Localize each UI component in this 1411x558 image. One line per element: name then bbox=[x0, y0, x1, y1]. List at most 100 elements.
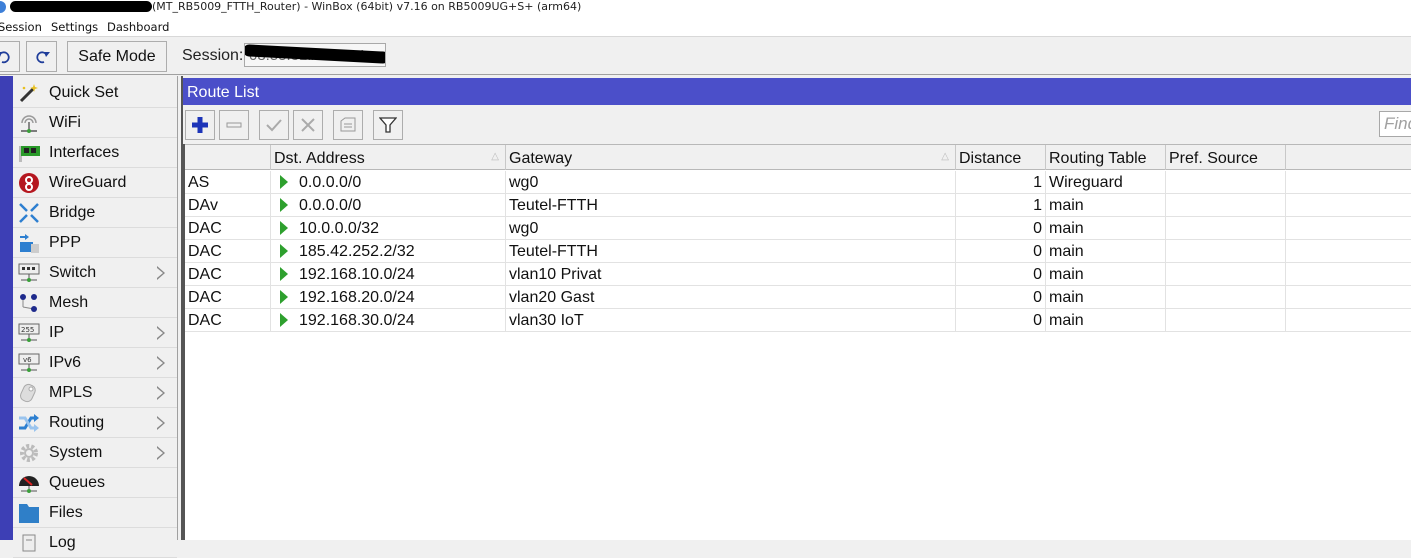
sidebar-item-wireguard[interactable]: WireGuard bbox=[13, 168, 177, 198]
column-header-routing-table[interactable]: Routing Table bbox=[1046, 145, 1166, 170]
cell-dst-address-text: 185.42.252.2/32 bbox=[299, 243, 415, 260]
sidebar-item-wifi[interactable]: WiFi bbox=[13, 108, 177, 138]
comment-button[interactable] bbox=[333, 110, 363, 140]
sidebar-item-ppp[interactable]: PPP bbox=[13, 228, 177, 258]
cell-dst-address: 0.0.0.0/0 bbox=[271, 194, 506, 217]
cell-routing-table-text: Wireguard bbox=[1049, 174, 1123, 191]
submenu-arrow-icon bbox=[157, 446, 165, 460]
disable-icon bbox=[301, 118, 315, 132]
active-route-arrow-icon bbox=[280, 221, 288, 235]
sidebar-item-files[interactable]: Files bbox=[13, 498, 177, 528]
cell-gateway-text: vlan10 Privat bbox=[509, 266, 602, 283]
column-header-gateway[interactable]: Gateway △ bbox=[506, 145, 956, 170]
undo-button[interactable] bbox=[0, 41, 20, 72]
table-row[interactable]: DAv 0.0.0.0/0 Teutel-FTTH 1 main bbox=[185, 194, 1411, 217]
table-row[interactable]: DAC 192.168.20.0/24 vlan20 Gast 0 main bbox=[185, 286, 1411, 309]
sidebar-item-ipv6[interactable]: v6 IPv6 bbox=[13, 348, 177, 378]
undo-icon bbox=[0, 50, 10, 63]
comment-icon bbox=[340, 117, 356, 132]
cell-dst-address-text: 0.0.0.0/0 bbox=[299, 197, 362, 214]
cell-flags: DAC bbox=[185, 263, 271, 286]
cell-distance-text: 0 bbox=[1033, 243, 1042, 260]
cell-flags-text: DAC bbox=[188, 243, 222, 260]
submenu-arrow-icon bbox=[157, 416, 165, 430]
cell-distance: 0 bbox=[956, 309, 1046, 332]
table-row[interactable]: DAC 192.168.10.0/24 vlan10 Privat 0 main bbox=[185, 263, 1411, 286]
column-header-label: Dst. Address bbox=[274, 150, 365, 167]
window-title-bar: (MT_RB5009_FTTH_Router) - WinBox (64bit)… bbox=[0, 0, 1411, 16]
sidebar-item-system[interactable]: System bbox=[13, 438, 177, 468]
table-row[interactable]: DAC 192.168.30.0/24 vlan30 IoT 0 main bbox=[185, 309, 1411, 332]
switch-icon bbox=[18, 262, 40, 284]
remove-button[interactable] bbox=[219, 110, 249, 140]
filter-button[interactable] bbox=[373, 110, 403, 140]
cell-pref-source bbox=[1166, 217, 1286, 240]
sidebar-item-mesh[interactable]: Mesh bbox=[13, 288, 177, 318]
cell-distance-text: 0 bbox=[1033, 289, 1042, 306]
main-toolbar: Safe Mode Session: 08:55:31:A2:0A:4 bbox=[0, 37, 1411, 75]
cell-gateway-text: vlan30 IoT bbox=[509, 312, 584, 329]
sidebar-item-label: Bridge bbox=[49, 204, 96, 221]
add-icon bbox=[192, 117, 208, 133]
filter-icon bbox=[379, 117, 397, 133]
cell-pref-source bbox=[1166, 171, 1286, 194]
cell-gateway-text: wg0 bbox=[509, 220, 539, 237]
sidebar-item-bridge[interactable]: Bridge bbox=[13, 198, 177, 228]
submenu-arrow-icon bbox=[157, 386, 165, 400]
sidebar-item-interfaces[interactable]: Interfaces bbox=[13, 138, 177, 168]
cell-gateway: Teutel-FTTH bbox=[506, 240, 956, 263]
column-header-flags[interactable] bbox=[185, 145, 271, 170]
menu-dashboard[interactable]: Dashboard bbox=[107, 20, 169, 34]
active-route-arrow-icon bbox=[280, 244, 288, 258]
sidebar-item-log[interactable]: Log bbox=[13, 528, 177, 558]
cell-dst-address-text: 0.0.0.0/0 bbox=[299, 174, 362, 191]
enable-button[interactable] bbox=[259, 110, 289, 140]
session-label: Session: bbox=[182, 47, 244, 64]
sidebar-item-routing[interactable]: Routing bbox=[13, 408, 177, 438]
cell-gateway: vlan30 IoT bbox=[506, 309, 956, 332]
cell-pref-source bbox=[1166, 286, 1286, 309]
safe-mode-button[interactable]: Safe Mode bbox=[67, 41, 167, 72]
column-header-label: Gateway bbox=[509, 150, 573, 167]
table-row[interactable]: DAC 10.0.0.0/32 wg0 0 main bbox=[185, 217, 1411, 240]
table-row[interactable]: DAC 185.42.252.2/32 Teutel-FTTH 0 main bbox=[185, 240, 1411, 263]
sidebar-item-label: Log bbox=[49, 534, 76, 551]
column-header-dst-address[interactable]: Dst. Address △ bbox=[271, 145, 506, 170]
cell-distance: 1 bbox=[956, 171, 1046, 194]
column-header-pref-source[interactable]: Pref. Source bbox=[1166, 145, 1286, 170]
sidebar-item-switch[interactable]: Switch bbox=[13, 258, 177, 288]
winbox-app-icon bbox=[0, 1, 6, 13]
sidebar-item-label: Files bbox=[49, 504, 83, 521]
sidebar-item-quick-set[interactable]: Quick Set bbox=[13, 78, 177, 108]
column-header-distance[interactable]: Distance bbox=[956, 145, 1046, 170]
cell-routing-table-text: main bbox=[1049, 312, 1084, 329]
submenu-arrow-icon bbox=[157, 266, 165, 280]
sidebar-item-mpls[interactable]: MPLS bbox=[13, 378, 177, 408]
redo-button[interactable] bbox=[26, 41, 57, 72]
folder-icon bbox=[18, 502, 40, 524]
menu-settings[interactable]: Settings bbox=[51, 20, 98, 34]
cell-gateway: Teutel-FTTH bbox=[506, 194, 956, 217]
sidebar-menu: Quick Set WiFi Interfaces WireGuard Brid… bbox=[13, 76, 177, 558]
sidebar-item-ip[interactable]: 255 IP bbox=[13, 318, 177, 348]
find-input[interactable]: Find bbox=[1379, 111, 1411, 137]
cell-flags: DAC bbox=[185, 240, 271, 263]
log-icon bbox=[18, 532, 40, 554]
sidebar-item-queues[interactable]: Queues bbox=[13, 468, 177, 498]
cell-flags: AS bbox=[185, 171, 271, 194]
active-route-arrow-icon bbox=[280, 313, 288, 327]
cell-dst-address-text: 192.168.20.0/24 bbox=[299, 289, 415, 306]
cell-gateway-text: Teutel-FTTH bbox=[509, 243, 598, 260]
cell-gateway-text: wg0 bbox=[509, 174, 539, 191]
sidebar-item-label: Interfaces bbox=[49, 144, 120, 161]
add-button[interactable] bbox=[185, 110, 215, 140]
menu-session[interactable]: Session bbox=[0, 20, 42, 34]
session-field: 08:55:31:A2:0A:4 bbox=[244, 43, 386, 67]
cell-dst-address: 185.42.252.2/32 bbox=[271, 240, 506, 263]
disable-button[interactable] bbox=[293, 110, 323, 140]
wireguard-icon bbox=[18, 172, 40, 194]
table-row[interactable]: AS 0.0.0.0/0 wg0 1 Wireguard bbox=[185, 171, 1411, 194]
cell-flags-text: DAC bbox=[188, 289, 222, 306]
cell-routing-table: Wireguard bbox=[1046, 171, 1166, 194]
wifi-antenna-icon bbox=[18, 112, 40, 134]
